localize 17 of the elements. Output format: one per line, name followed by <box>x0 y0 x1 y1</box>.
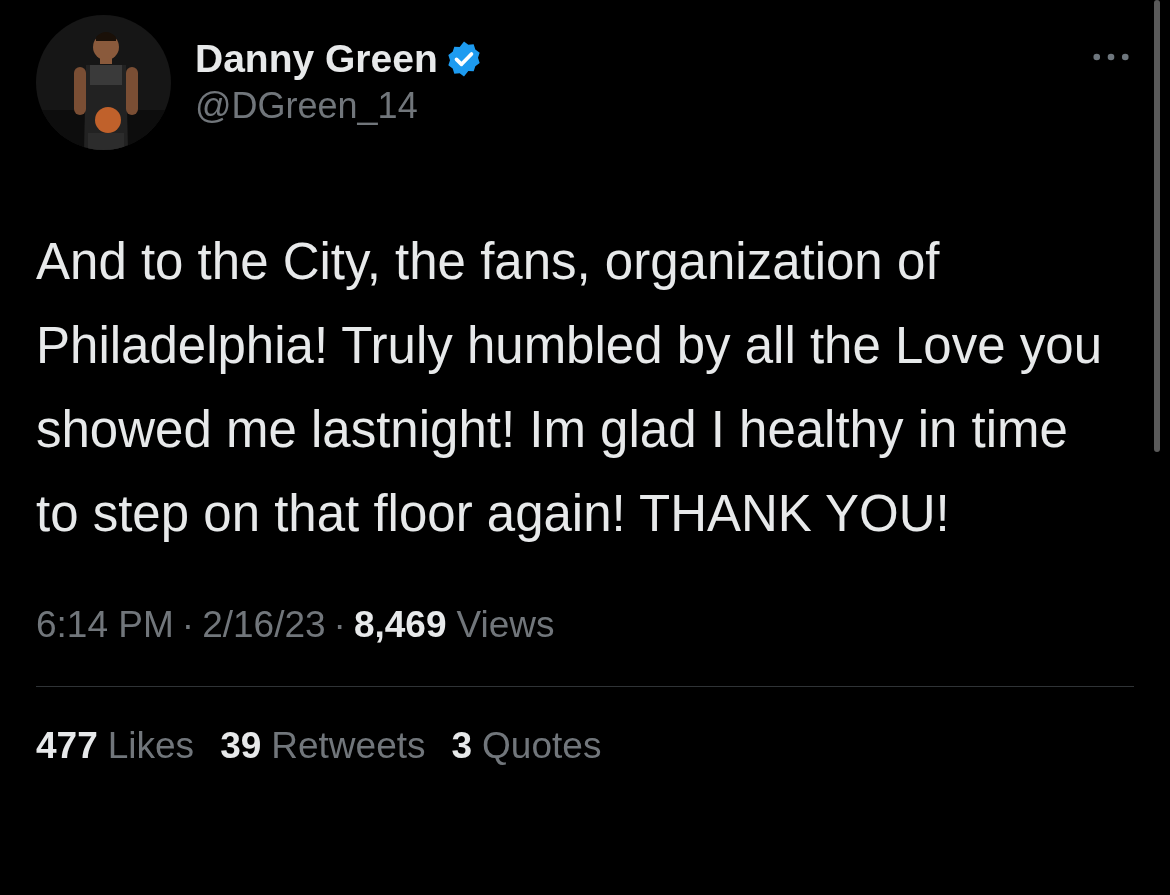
views-count: 8,469 <box>353 604 447 646</box>
scrollbar[interactable] <box>1154 0 1160 452</box>
stat-label[interactable]: Retweets <box>271 725 426 767</box>
views-label: Views <box>456 604 555 646</box>
tweet-text: And to the City, the fans, organization of Philadelphia! Truly humbled by all the Love you showed me lastnight! Im glad I healthy in time to step on that floor again! THANK YOU! <box>36 232 1103 544</box>
stat-count[interactable]: 477 <box>36 725 98 767</box>
stat-count[interactable]: 3 <box>451 725 473 767</box>
separator-dot: · <box>333 604 346 646</box>
tweet-date[interactable]: 2/16/23 <box>202 604 326 646</box>
tweet-time[interactable]: 6:14 PM <box>36 604 174 646</box>
stat-label[interactable]: Likes <box>107 725 195 767</box>
author-handle[interactable]: @DGreen_14 <box>195 85 484 127</box>
stat-label[interactable]: Quotes <box>482 725 602 767</box>
author-name[interactable]: Danny Green <box>195 37 438 81</box>
separator-dot: · <box>181 604 195 646</box>
stat-count[interactable]: 39 <box>220 725 262 767</box>
more-icon[interactable] <box>1092 52 1130 62</box>
